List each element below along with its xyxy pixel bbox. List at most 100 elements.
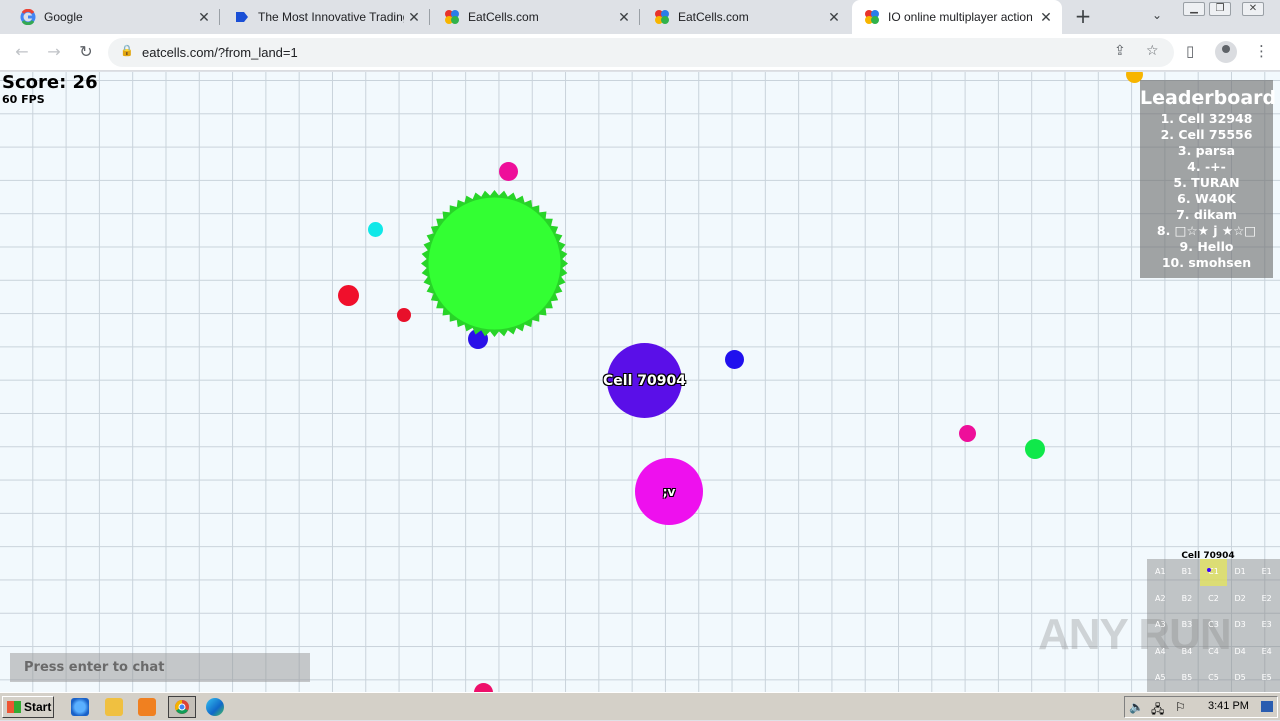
tab-title: IO online multiplayer action ga (888, 10, 1036, 24)
minimap-sector: C1 (1200, 559, 1227, 586)
minimap-sector: C3 (1208, 620, 1219, 630)
forward-button[interactable]: → (42, 40, 66, 64)
clock: 3:41 PM (1208, 700, 1249, 712)
tab-google[interactable]: Google ✕ (8, 0, 220, 34)
start-label: Start (24, 700, 52, 714)
minimap-sector: B2 (1181, 593, 1193, 603)
close-icon[interactable]: ✕ (194, 9, 214, 26)
restore-button[interactable]: ❐ (1209, 2, 1231, 16)
close-icon[interactable]: ✕ (824, 9, 844, 26)
tab-io-game[interactable]: IO online multiplayer action ga ✕ (852, 0, 1062, 34)
minimap-sector: A3 (1155, 620, 1166, 630)
minimap-sector: E4 (1261, 646, 1272, 656)
game-canvas[interactable]: Score: 26 60 FPS Cell 70904 ;v Leaderboa… (0, 72, 1280, 692)
edge-icon[interactable] (206, 698, 224, 716)
minimap-sector: D1 (1234, 567, 1246, 576)
minimize-button[interactable]: ▁ (1183, 2, 1205, 16)
close-icon[interactable]: ✕ (404, 9, 424, 26)
food-pellet (397, 308, 411, 322)
food-pellet (474, 683, 493, 692)
leaderboard-panel: Leaderboard 1. Cell 32948 2. Cell 75556 … (1140, 80, 1277, 278)
minimap-sector: A4 (1155, 646, 1166, 656)
media-player-icon[interactable] (138, 698, 156, 716)
tab-title: The Most Innovative Trading Pl (258, 10, 404, 24)
back-button[interactable]: ← (10, 40, 34, 64)
close-window-button[interactable]: ✕ (1242, 2, 1264, 16)
leaderboard-title: Leaderboard (1140, 87, 1277, 109)
browser-toolbar: ← → ↻ 🔒 eatcells.com/?from_land=1 ⇪ ☆ ▯ … (0, 34, 1280, 71)
minimap-sector: B1 (1181, 567, 1193, 576)
virus-body (428, 197, 561, 330)
chrome-icon[interactable] (168, 696, 196, 718)
minimap-sector: B5 (1181, 673, 1193, 683)
close-icon[interactable]: ✕ (1036, 9, 1056, 26)
minimap-sector: D5 (1234, 673, 1246, 683)
tab-title: EatCells.com (468, 10, 539, 24)
tab-trading[interactable]: The Most Innovative Trading Pl ✕ (222, 0, 430, 34)
virus (421, 190, 568, 337)
chat-input[interactable]: Press enter to chat (10, 653, 310, 682)
minimap-sector: A1 (1155, 567, 1166, 576)
leaderboard-entry: 10. smohsen (1161, 255, 1252, 270)
folder-icon[interactable] (105, 698, 123, 716)
windows-taskbar: Start 🔈 🖧 ⚐ 3:41 PM (0, 692, 1280, 720)
minimap-sector: E3 (1261, 620, 1272, 630)
minimap-sector: A2 (1155, 593, 1166, 603)
enemy-cell: ;v (635, 458, 703, 525)
leaderboard-list: 1. Cell 32948 2. Cell 75556 3. parsa 4. … (1140, 111, 1273, 271)
leaderboard-entry: 6. W40K (1177, 191, 1236, 206)
tab-strip: Google ✕ The Most Innovative Trading Pl … (0, 0, 1280, 34)
tab-title: EatCells.com (678, 10, 749, 24)
score-label: Score: 26 (2, 72, 98, 93)
menu-dots-icon[interactable]: ⋮ (1254, 42, 1269, 60)
leaderboard-entry: 9. Hello (1179, 239, 1234, 254)
minimap-sector: C5 (1208, 673, 1219, 683)
food-pellet (959, 425, 976, 442)
eatcells-icon (864, 9, 880, 25)
minimap-sector: B3 (1181, 620, 1193, 630)
tab-eatcells-2[interactable]: EatCells.com ✕ (642, 0, 850, 34)
minimap-sector: E2 (1261, 593, 1272, 603)
minimap-sector: C2 (1208, 593, 1219, 603)
profile-avatar[interactable] (1215, 41, 1237, 63)
eatcells-icon (654, 9, 670, 25)
close-icon[interactable]: ✕ (614, 9, 634, 26)
flag-icon[interactable]: ⚐ (1175, 700, 1186, 714)
fps-label: 60 FPS (2, 93, 45, 106)
minimap-sector: D3 (1234, 620, 1246, 630)
url-text[interactable]: eatcells.com/?from_land=1 (142, 45, 298, 60)
leaderboard-entry: 1. Cell 32948 (1160, 111, 1253, 126)
minimap-player-dot (1207, 568, 1211, 572)
ie-icon[interactable] (71, 698, 89, 716)
player-cell: Cell 70904 (603, 343, 686, 418)
address-bar[interactable]: 🔒 eatcells.com/?from_land=1 ⇪ ☆ (108, 38, 1174, 67)
tab-title: Google (44, 10, 83, 24)
side-panel-icon[interactable]: ▯ (1186, 42, 1194, 60)
minimap-sector: E5 (1261, 673, 1272, 683)
cell-name-label: ;v (662, 484, 676, 499)
new-tab-button[interactable]: + (1073, 6, 1093, 26)
minimap-sector: E1 (1261, 567, 1272, 576)
leaderboard-entry: 3. parsa (1177, 143, 1236, 158)
show-desktop-icon[interactable] (1261, 701, 1273, 712)
cell-name-label: Cell 70904 (603, 372, 686, 389)
minimap-sector: A5 (1155, 673, 1166, 683)
food-pellet (1025, 439, 1045, 459)
star-icon[interactable]: ☆ (1146, 43, 1159, 59)
leaderboard-entry: 2. Cell 75556 (1160, 127, 1253, 142)
chevron-down-icon[interactable]: ⌄ (1152, 8, 1168, 24)
food-pellet (368, 222, 383, 237)
volume-icon[interactable]: 🔈 (1129, 700, 1144, 714)
leaderboard-entry: 7. dikam (1176, 207, 1237, 222)
share-icon[interactable]: ⇪ (1114, 43, 1126, 59)
start-button[interactable]: Start (2, 696, 54, 718)
minimap-sector: D2 (1234, 593, 1246, 603)
lock-icon[interactable]: 🔒 (120, 44, 134, 57)
minimap: A1 B1 C1 D1 E1 A2 B2 C2 D2 E2 A3 B3 C3 D3 E3 A4 B4 C4 D4 E4… (1147, 559, 1280, 692)
reload-button[interactable]: ↻ (74, 40, 98, 64)
leaderboard-entry: 4. -+- (1187, 159, 1226, 174)
tab-eatcells-1[interactable]: EatCells.com ✕ (432, 0, 640, 34)
network-icon[interactable]: 🖧 (1151, 700, 1164, 721)
windows-logo-icon (7, 701, 21, 713)
minimap-sector: D4 (1234, 646, 1246, 656)
